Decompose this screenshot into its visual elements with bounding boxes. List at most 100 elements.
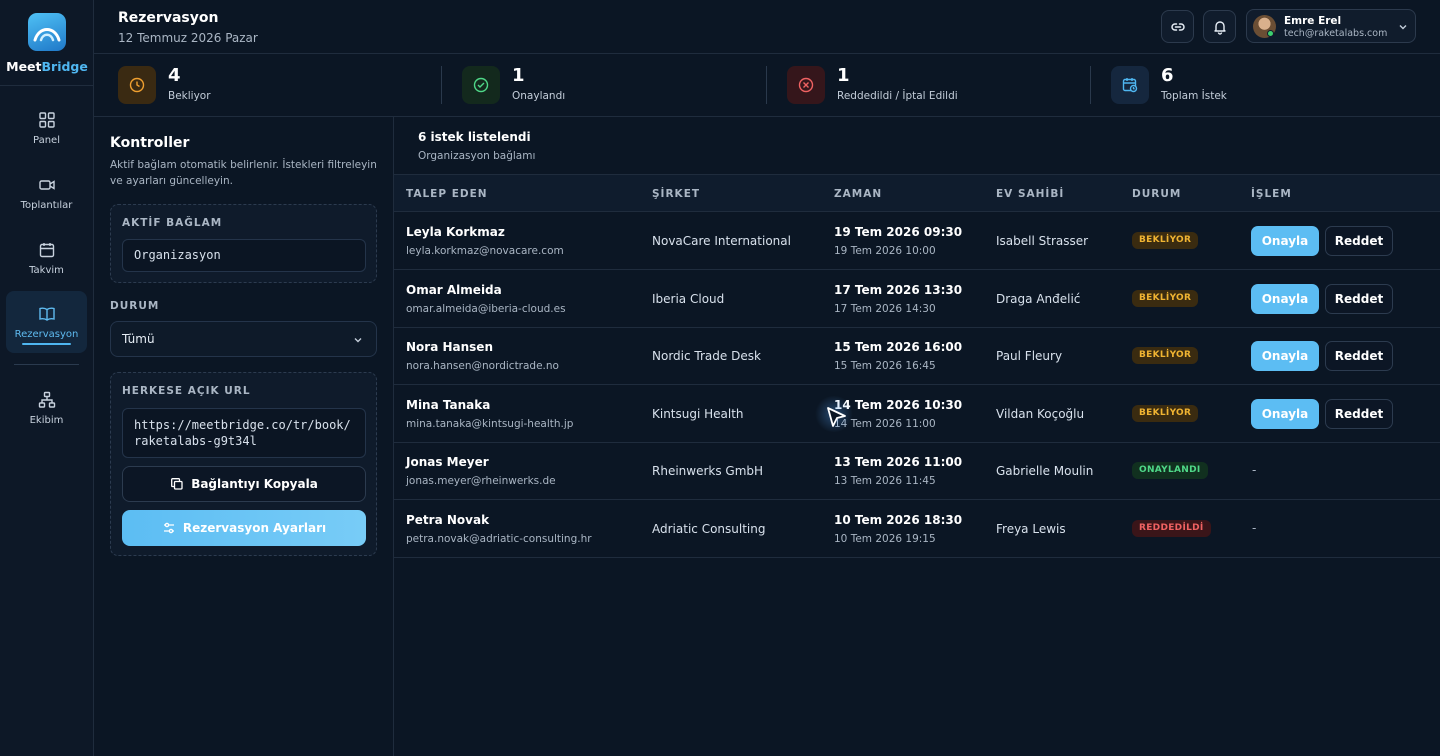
no-action: - (1252, 520, 1257, 535)
public-url-line: https://meetbridge.co/tr/book/ (134, 418, 351, 432)
x-circle-icon (787, 66, 825, 104)
status-badge: ONAYLANDI (1132, 462, 1208, 479)
sidebar-item-label: Panel (33, 134, 60, 146)
requester-name: Petra Novak (406, 512, 490, 527)
controls-description: Aktif bağlam otomatik belirlenir. İstekl… (110, 159, 377, 187)
sliders-icon (163, 522, 174, 534)
stat-label: Onaylandı (512, 90, 566, 102)
requester-email: petra.novak@adriatic-consulting.hr (406, 532, 592, 545)
stat-approved: 1 Onaylandı (462, 54, 762, 117)
host-name: Paul Fleury (996, 349, 1063, 363)
stat-divider (766, 66, 767, 104)
host-name: Vildan Koçoğlu (996, 406, 1085, 421)
booking-settings-label: Rezervasyon Ayarları (182, 521, 327, 535)
column-header: DURUM (1132, 188, 1182, 200)
notifications-button[interactable] (1203, 10, 1236, 43)
table-row: Petra Novak petra.novak@adriatic-consulti… (394, 500, 1440, 558)
requester-email: omar.almeida@iberia-cloud.es (406, 302, 566, 315)
reject-button[interactable]: Reddet (1325, 283, 1393, 314)
status-filter-value: Tümü (122, 332, 155, 346)
column-header: EV SAHİBİ (996, 188, 1065, 200)
requester-name: Mina Tanaka (406, 397, 491, 412)
reject-button[interactable]: Reddet (1325, 226, 1393, 256)
sidebar-item-label: Ekibim (29, 414, 64, 426)
stat-total: 6 Toplam İstek (1111, 54, 1411, 117)
chevron-down-icon (354, 338, 362, 343)
requests-table-area: 6 istek listelendi Organizasyon bağlamı … (394, 117, 1440, 756)
status-filter-label: DURUM (110, 300, 160, 312)
stat-rejected: 1 Reddedildi / İptal Edildi (787, 54, 1087, 117)
book-icon (38, 307, 55, 321)
table-row: Mina Tanaka mina.tanaka@kintsugi-health.j… (394, 385, 1440, 443)
company: Iberia Cloud (652, 291, 725, 306)
company: Rheinwerks GmbH (652, 464, 764, 478)
approve-button[interactable]: Onayla (1251, 283, 1319, 314)
requester-name: Omar Almeida (406, 282, 502, 297)
time-end: 19 Tem 2026 10:00 (834, 245, 936, 257)
page-date: 12 Temmuz 2026 Pazar (118, 31, 258, 45)
user-email: tech@raketalabs.com (1284, 28, 1388, 39)
no-action: - (1252, 463, 1257, 477)
stat-label: Reddedildi / İptal Edildi (837, 90, 958, 102)
copy-link-label: Bağlantıyı Kopyala (191, 477, 318, 491)
approve-button[interactable]: Onayla (1251, 398, 1319, 429)
host-name: Draga Anđelić (996, 291, 1081, 306)
status-filter-select[interactable]: Tümü (110, 321, 377, 357)
public-url-field[interactable]: https://meetbridge.co/tr/book/ raketalab… (122, 408, 366, 458)
stats-bar: 4 Bekliyor 1 Onaylandı 1 Reddedildi / İp… (94, 54, 1440, 117)
sidebar-item-meetings[interactable]: Toplantılar (6, 162, 87, 224)
stat-divider (441, 66, 442, 104)
calendar-clock-icon (1111, 66, 1149, 104)
grid-icon (38, 111, 55, 128)
reject-button[interactable]: Reddet (1325, 341, 1393, 371)
table-row: Nora Hansen nora.hansen@nordictrade.no Nor… (394, 327, 1440, 385)
user-menu[interactable]: Emre Erel tech@raketalabs.com (1246, 9, 1416, 43)
requests-context: Organizasyon bağlamı (418, 150, 536, 162)
approve-button[interactable]: Onayla (1251, 226, 1319, 256)
time-end: 15 Tem 2026 16:45 (834, 360, 936, 372)
time-start: 15 Tem 2026 16:00 (834, 340, 963, 354)
company: NovaCare International (652, 234, 791, 248)
time-end: 17 Tem 2026 14:30 (834, 302, 936, 315)
sidebar-item-booking[interactable]: Rezervasyon (6, 291, 87, 353)
requester-name: Leyla Korkmaz (406, 225, 505, 239)
sidebar-item-panel[interactable]: Panel (6, 97, 87, 159)
status-badge: REDDEDİLDİ (1132, 519, 1211, 537)
column-header: TALEP EDEN (406, 188, 488, 200)
calendar-icon (39, 242, 54, 257)
requests-count: 6 istek listelendi (418, 130, 531, 144)
stat-value: 6 (1161, 65, 1174, 86)
sidebar-item-calendar[interactable]: Takvim (6, 227, 87, 289)
reject-button[interactable]: Reddet (1325, 398, 1393, 429)
time-start: 10 Tem 2026 18:30 (834, 512, 963, 527)
time-start: 13 Tem 2026 11:00 (834, 455, 963, 469)
active-context-label: AKTİF BAĞLAM (122, 217, 223, 229)
check-circle-icon (462, 66, 500, 104)
controls-panel: Kontroller Aktif bağlam otomatik belirle… (94, 117, 394, 756)
requester-email: mina.tanaka@kintsugi-health.jp (406, 417, 574, 430)
sidebar-item-label: Takvim (29, 264, 64, 276)
copy-link-button[interactable]: Bağlantıyı Kopyala (122, 466, 366, 502)
stat-pending: 4 Bekliyor (118, 54, 418, 117)
link-button[interactable] (1161, 10, 1194, 43)
requester-name: Nora Hansen (406, 340, 493, 354)
public-url-label: HERKESE AÇIK URL (122, 385, 251, 397)
chevron-down-icon (1399, 25, 1407, 30)
link-icon (1170, 22, 1185, 31)
stat-value: 4 (168, 65, 181, 86)
active-context-value: Organizasyon (122, 239, 366, 272)
company: Adriatic Consulting (652, 521, 766, 536)
sidebar-item-label: Rezervasyon (14, 328, 79, 340)
copy-icon (171, 478, 183, 490)
column-header: ŞİRKET (652, 188, 701, 200)
table-row: Jonas Meyer jonas.meyer@rheinwerks.de Rhei… (394, 442, 1440, 500)
host-name: Freya Lewis (996, 521, 1066, 536)
sidebar-item-team[interactable]: Ekibim (6, 377, 87, 439)
time-start: 19 Tem 2026 09:30 (834, 225, 963, 239)
approve-button[interactable]: Onayla (1251, 341, 1319, 371)
booking-settings-button[interactable]: Rezervasyon Ayarları (122, 510, 366, 546)
active-context-box: AKTİF BAĞLAM Organizasyon (110, 204, 377, 283)
logo[interactable] (28, 13, 66, 51)
public-url-line: raketalabs-g9t34l (134, 434, 257, 448)
table-row: Leyla Korkmaz leyla.korkmaz@novacare.com N… (394, 212, 1440, 270)
